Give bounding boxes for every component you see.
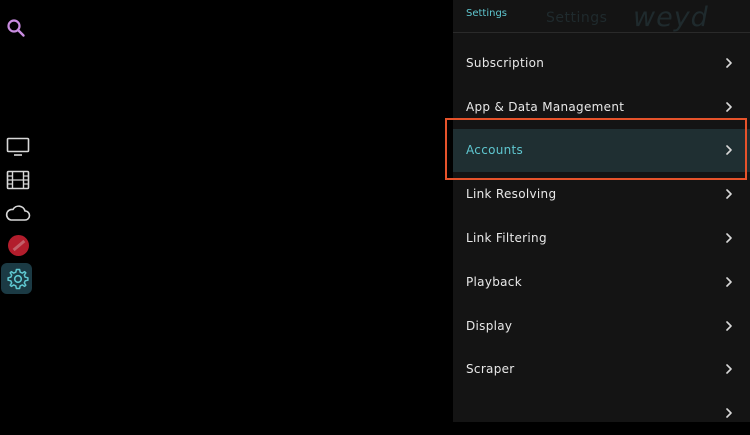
gear-icon xyxy=(7,268,29,289)
settings-panel: Settings Settings weyd Subscription App &… xyxy=(453,0,750,422)
nav-tv[interactable] xyxy=(0,130,36,163)
panel-header: Settings Settings weyd xyxy=(453,0,750,33)
nav-rail xyxy=(0,130,36,295)
background-title: Settings xyxy=(546,10,608,26)
film-icon xyxy=(6,170,30,189)
settings-item-scraper[interactable]: Scraper xyxy=(453,348,750,392)
settings-item-label: App & Data Management xyxy=(466,99,625,114)
settings-item-app-data-management[interactable]: App & Data Management xyxy=(453,85,750,129)
settings-item-label: Display xyxy=(466,318,513,333)
settings-item-more[interactable] xyxy=(453,391,750,435)
settings-item-subscription[interactable]: Subscription xyxy=(453,41,750,85)
chevron-right-icon xyxy=(724,101,734,112)
chevron-right-icon xyxy=(724,145,734,156)
chevron-right-icon xyxy=(724,320,734,331)
nav-movies[interactable] xyxy=(0,163,36,196)
settings-item-label: Accounts xyxy=(466,143,524,158)
chevron-right-icon xyxy=(724,58,734,68)
chevron-right-icon xyxy=(724,277,734,287)
settings-item-label: Scraper xyxy=(466,362,515,377)
search-icon xyxy=(7,19,25,37)
tv-icon xyxy=(6,137,30,156)
chevron-right-icon xyxy=(724,408,734,419)
settings-menu: Subscription App & Data Management Account… xyxy=(453,41,750,435)
avatar xyxy=(7,235,29,256)
settings-item-playback[interactable]: Playback xyxy=(453,260,750,304)
chevron-right-icon xyxy=(724,364,734,375)
settings-item-accounts[interactable]: Accounts xyxy=(453,128,750,173)
settings-item-display[interactable]: Display xyxy=(453,304,750,348)
settings-item-link-resolving[interactable]: Link Resolving xyxy=(453,172,750,216)
settings-item-label: Link Resolving xyxy=(466,187,557,202)
search-button[interactable] xyxy=(5,17,27,39)
cloud-icon xyxy=(5,204,31,221)
chevron-right-icon xyxy=(724,189,734,200)
settings-header: Settings xyxy=(466,8,508,19)
settings-item-label: Playback xyxy=(466,274,522,289)
nav-settings[interactable] xyxy=(0,262,36,295)
settings-item-label: Subscription xyxy=(466,55,545,70)
background-logo: weyd xyxy=(633,2,709,33)
nav-profile[interactable] xyxy=(0,229,36,262)
settings-item-link-filtering[interactable]: Link Filtering xyxy=(453,216,750,260)
chevron-right-icon xyxy=(724,233,734,243)
settings-item-label: Link Filtering xyxy=(466,231,547,246)
nav-cloud[interactable] xyxy=(0,196,36,229)
